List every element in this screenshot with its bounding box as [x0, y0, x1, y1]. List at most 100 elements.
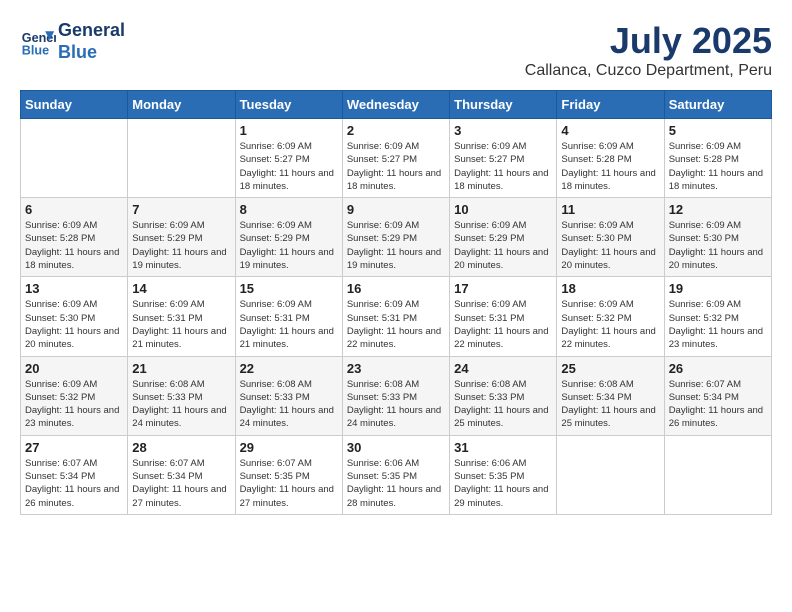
calendar-week-row: 27 Sunrise: 6:07 AM Sunset: 5:34 PM Dayli… [21, 435, 772, 514]
calendar-day-cell: 24 Sunrise: 6:08 AM Sunset: 5:33 PM Dayli… [450, 356, 557, 435]
calendar-day-cell: 30 Sunrise: 6:06 AM Sunset: 5:35 PM Dayli… [342, 435, 449, 514]
day-number: 18 [561, 281, 659, 296]
calendar-day-cell: 8Sunrise: 6:09 AM Sunset: 5:29 PM Daylig… [235, 198, 342, 277]
day-info: Sunrise: 6:08 AM Sunset: 5:33 PM Dayligh… [240, 378, 338, 431]
weekday-header: Sunday [21, 91, 128, 119]
location-title: Callanca, Cuzco Department, Peru [525, 62, 772, 80]
day-number: 7 [132, 202, 230, 217]
calendar-day-cell: 16Sunrise: 6:09 AM Sunset: 5:31 PM Dayli… [342, 277, 449, 356]
logo: General Blue General Blue [20, 20, 125, 63]
calendar-day-cell: 5Sunrise: 6:09 AM Sunset: 5:28 PM Daylig… [664, 119, 771, 198]
weekday-header: Monday [128, 91, 235, 119]
logo-icon: General Blue [20, 24, 56, 60]
day-number: 27 [25, 440, 123, 455]
calendar-day-cell: 17 Sunrise: 6:09 AM Sunset: 5:31 PM Dayli… [450, 277, 557, 356]
day-number: 22 [240, 361, 338, 376]
calendar-day-cell: 15 Sunrise: 6:09 AM Sunset: 5:31 PM Dayli… [235, 277, 342, 356]
day-info: Sunrise: 6:09 AM Sunset: 5:29 PM Dayligh… [454, 219, 552, 272]
calendar-day-cell: 26Sunrise: 6:07 AM Sunset: 5:34 PM Dayli… [664, 356, 771, 435]
day-info: Sunrise: 6:06 AM Sunset: 5:35 PM Dayligh… [454, 457, 552, 510]
day-info: Sunrise: 6:09 AM Sunset: 5:30 PM Dayligh… [561, 219, 659, 272]
day-info: Sunrise: 6:09 AM Sunset: 5:32 PM Dayligh… [669, 298, 767, 351]
day-number: 31 [454, 440, 552, 455]
day-info: Sunrise: 6:07 AM Sunset: 5:34 PM Dayligh… [669, 378, 767, 431]
day-number: 2 [347, 123, 445, 138]
day-number: 19 [669, 281, 767, 296]
day-info: Sunrise: 6:09 AM Sunset: 5:28 PM Dayligh… [669, 140, 767, 193]
weekday-header: Friday [557, 91, 664, 119]
day-info: Sunrise: 6:09 AM Sunset: 5:28 PM Dayligh… [561, 140, 659, 193]
month-title: July 2025 [525, 20, 772, 62]
calendar-day-cell: 7 Sunrise: 6:09 AM Sunset: 5:29 PM Daylig… [128, 198, 235, 277]
calendar-day-cell: 11 Sunrise: 6:09 AM Sunset: 5:30 PM Dayli… [557, 198, 664, 277]
calendar-day-cell: 18 Sunrise: 6:09 AM Sunset: 5:32 PM Dayli… [557, 277, 664, 356]
day-number: 29 [240, 440, 338, 455]
calendar-week-row: 1 Sunrise: 6:09 AM Sunset: 5:27 PM Daylig… [21, 119, 772, 198]
calendar-day-cell: 3Sunrise: 6:09 AM Sunset: 5:27 PM Daylig… [450, 119, 557, 198]
day-number: 4 [561, 123, 659, 138]
calendar-day-cell: 13Sunrise: 6:09 AM Sunset: 5:30 PM Dayli… [21, 277, 128, 356]
header: General Blue General Blue July 2025 Call… [20, 20, 772, 80]
calendar-header-row: SundayMondayTuesdayWednesdayThursdayFrid… [21, 91, 772, 119]
svg-text:Blue: Blue [22, 43, 49, 57]
day-number: 20 [25, 361, 123, 376]
calendar-week-row: 13Sunrise: 6:09 AM Sunset: 5:30 PM Dayli… [21, 277, 772, 356]
day-info: Sunrise: 6:09 AM Sunset: 5:29 PM Dayligh… [240, 219, 338, 272]
calendar-day-cell: 4 Sunrise: 6:09 AM Sunset: 5:28 PM Daylig… [557, 119, 664, 198]
day-info: Sunrise: 6:09 AM Sunset: 5:31 PM Dayligh… [132, 298, 230, 351]
day-number: 10 [454, 202, 552, 217]
calendar-day-cell: 6 Sunrise: 6:09 AM Sunset: 5:28 PM Daylig… [21, 198, 128, 277]
calendar-day-cell: 27 Sunrise: 6:07 AM Sunset: 5:34 PM Dayli… [21, 435, 128, 514]
day-number: 21 [132, 361, 230, 376]
day-info: Sunrise: 6:08 AM Sunset: 5:33 PM Dayligh… [132, 378, 230, 431]
day-info: Sunrise: 6:09 AM Sunset: 5:31 PM Dayligh… [454, 298, 552, 351]
day-number: 23 [347, 361, 445, 376]
day-info: Sunrise: 6:09 AM Sunset: 5:29 PM Dayligh… [347, 219, 445, 272]
day-number: 1 [240, 123, 338, 138]
day-info: Sunrise: 6:06 AM Sunset: 5:35 PM Dayligh… [347, 457, 445, 510]
day-info: Sunrise: 6:09 AM Sunset: 5:28 PM Dayligh… [25, 219, 123, 272]
calendar-day-cell [128, 119, 235, 198]
day-info: Sunrise: 6:09 AM Sunset: 5:30 PM Dayligh… [669, 219, 767, 272]
calendar-day-cell: 25Sunrise: 6:08 AM Sunset: 5:34 PM Dayli… [557, 356, 664, 435]
calendar-day-cell: 14 Sunrise: 6:09 AM Sunset: 5:31 PM Dayli… [128, 277, 235, 356]
day-info: Sunrise: 6:09 AM Sunset: 5:31 PM Dayligh… [347, 298, 445, 351]
day-number: 28 [132, 440, 230, 455]
weekday-header: Thursday [450, 91, 557, 119]
day-info: Sunrise: 6:07 AM Sunset: 5:34 PM Dayligh… [132, 457, 230, 510]
calendar-day-cell: 1Sunrise: 6:09 AM Sunset: 5:27 PM Daylig… [235, 119, 342, 198]
day-number: 12 [669, 202, 767, 217]
day-info: Sunrise: 6:08 AM Sunset: 5:33 PM Dayligh… [454, 378, 552, 431]
title-area: July 2025 Callanca, Cuzco Department, Pe… [525, 20, 772, 80]
day-info: Sunrise: 6:08 AM Sunset: 5:33 PM Dayligh… [347, 378, 445, 431]
day-number: 9 [347, 202, 445, 217]
day-number: 6 [25, 202, 123, 217]
calendar-week-row: 6 Sunrise: 6:09 AM Sunset: 5:28 PM Daylig… [21, 198, 772, 277]
weekday-header: Saturday [664, 91, 771, 119]
day-number: 15 [240, 281, 338, 296]
day-info: Sunrise: 6:09 AM Sunset: 5:29 PM Dayligh… [132, 219, 230, 272]
day-info: Sunrise: 6:09 AM Sunset: 5:32 PM Dayligh… [25, 378, 123, 431]
day-info: Sunrise: 6:09 AM Sunset: 5:32 PM Dayligh… [561, 298, 659, 351]
day-info: Sunrise: 6:07 AM Sunset: 5:34 PM Dayligh… [25, 457, 123, 510]
day-number: 17 [454, 281, 552, 296]
day-number: 24 [454, 361, 552, 376]
calendar-day-cell: 23 Sunrise: 6:08 AM Sunset: 5:33 PM Dayli… [342, 356, 449, 435]
day-info: Sunrise: 6:09 AM Sunset: 5:30 PM Dayligh… [25, 298, 123, 351]
calendar-day-cell: 31 Sunrise: 6:06 AM Sunset: 5:35 PM Dayli… [450, 435, 557, 514]
logo-text-line1: General [58, 20, 125, 42]
calendar-day-cell [664, 435, 771, 514]
day-number: 14 [132, 281, 230, 296]
weekday-header: Wednesday [342, 91, 449, 119]
calendar-day-cell [21, 119, 128, 198]
calendar-day-cell: 10 Sunrise: 6:09 AM Sunset: 5:29 PM Dayli… [450, 198, 557, 277]
calendar-day-cell [557, 435, 664, 514]
day-info: Sunrise: 6:09 AM Sunset: 5:27 PM Dayligh… [454, 140, 552, 193]
day-number: 11 [561, 202, 659, 217]
day-number: 30 [347, 440, 445, 455]
calendar-day-cell: 9 Sunrise: 6:09 AM Sunset: 5:29 PM Daylig… [342, 198, 449, 277]
day-info: Sunrise: 6:08 AM Sunset: 5:34 PM Dayligh… [561, 378, 659, 431]
day-info: Sunrise: 6:09 AM Sunset: 5:31 PM Dayligh… [240, 298, 338, 351]
weekday-header: Tuesday [235, 91, 342, 119]
calendar-day-cell: 19 Sunrise: 6:09 AM Sunset: 5:32 PM Dayli… [664, 277, 771, 356]
